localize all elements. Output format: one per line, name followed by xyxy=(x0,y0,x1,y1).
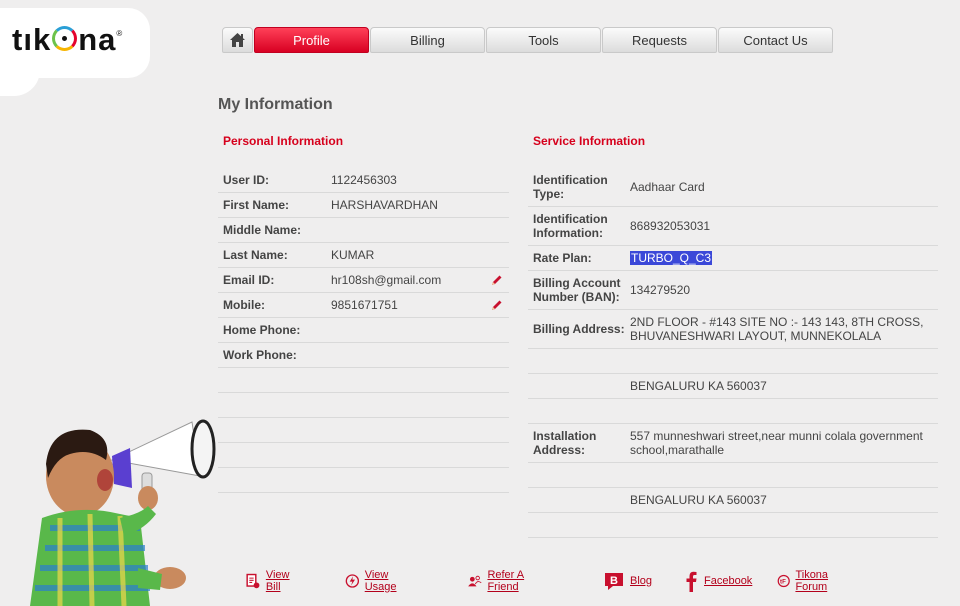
usage-icon xyxy=(345,574,360,588)
personal-info-table: User ID: 1122456303 First Name: HARSHAVA… xyxy=(218,168,509,493)
logo-ring-icon xyxy=(52,26,78,51)
page-title: My Information xyxy=(218,96,333,113)
ban-value: 134279520 xyxy=(630,283,691,297)
tikona-logo[interactable]: tık na® xyxy=(12,22,123,58)
view-usage-link[interactable]: View Usage xyxy=(345,568,404,594)
tikona-forum-link[interactable]: tF Tikona Forum xyxy=(777,568,837,594)
blog-link[interactable]: B Blog xyxy=(603,568,652,594)
empty-row xyxy=(218,418,509,443)
table-row: Rate Plan: TURBO_Q_C3 xyxy=(528,246,938,271)
table-row: Billing Account Number (BAN): 134279520 xyxy=(528,271,938,310)
svg-text:tF: tF xyxy=(780,578,786,585)
identification-type-label: Identification Type: xyxy=(533,173,608,201)
first-name-label: First Name: xyxy=(223,198,290,212)
edit-mobile-pencil-icon[interactable] xyxy=(490,299,503,312)
bill-icon xyxy=(246,573,260,589)
table-row: Middle Name: xyxy=(218,218,509,243)
blog-icon: B xyxy=(605,573,623,590)
installation-address-label: Installation Address: xyxy=(533,429,597,457)
facebook-icon xyxy=(686,571,697,592)
forum-icon: tF xyxy=(777,574,790,588)
tab-contact-us[interactable]: Contact Us xyxy=(718,27,833,53)
home-phone-label: Home Phone: xyxy=(223,323,301,337)
table-row: Email ID: hr108sh@gmail.com xyxy=(218,268,509,293)
identification-info-value: 868932053031 xyxy=(630,219,711,233)
table-row: Work Phone: xyxy=(218,343,509,368)
billing-address-label: Billing Address: xyxy=(533,322,625,336)
identification-info-label: Identification Information: xyxy=(533,212,608,240)
first-name-value: HARSHAVARDHAN xyxy=(331,198,438,212)
home-icon xyxy=(230,33,245,47)
table-row: Home Phone: xyxy=(218,318,509,343)
empty-row xyxy=(528,349,938,374)
view-bill-label: View Bill xyxy=(265,569,290,593)
table-row: Identification Type: Aadhaar Card xyxy=(528,168,938,207)
table-row: Last Name: KUMAR xyxy=(218,243,509,268)
last-name-label: Last Name: xyxy=(223,248,288,262)
logo-panel-tail xyxy=(0,70,40,96)
kid-megaphone-illustration xyxy=(30,419,216,606)
empty-row xyxy=(528,463,938,488)
view-usage-label: View Usage xyxy=(364,569,397,593)
facebook-label: Facebook xyxy=(704,575,753,587)
email-label: Email ID: xyxy=(223,273,275,287)
table-row: First Name: HARSHAVARDHAN xyxy=(218,193,509,218)
ban-label: Billing Account Number (BAN): xyxy=(533,276,621,304)
empty-row xyxy=(528,513,938,538)
home-tab[interactable] xyxy=(222,27,253,53)
svg-text:B: B xyxy=(610,575,618,587)
billing-address-value: 2ND FLOOR - #143 SITE NO :- 143 143, 8TH… xyxy=(630,315,924,343)
view-bill-link[interactable]: View Bill xyxy=(245,568,296,594)
tab-tools[interactable]: Tools xyxy=(486,27,601,53)
service-info-title: Service Information xyxy=(533,134,646,148)
installation-city-value: BENGALURU KA 560037 xyxy=(630,493,767,507)
tikona-forum-label: Tikona Forum xyxy=(795,569,829,593)
empty-row xyxy=(218,468,509,493)
table-row: Mobile: 9851671751 xyxy=(218,293,509,318)
tab-billing[interactable]: Billing xyxy=(370,27,485,53)
email-value: hr108sh@gmail.com xyxy=(331,273,442,287)
tab-profile[interactable]: Profile xyxy=(254,27,369,53)
rate-plan-label: Rate Plan: xyxy=(533,251,592,265)
user-id-label: User ID: xyxy=(223,173,270,187)
personal-info-title: Personal Information xyxy=(223,134,344,148)
billing-city-value: BENGALURU KA 560037 xyxy=(630,379,767,393)
identification-type-value: Aadhaar Card xyxy=(630,180,705,194)
blog-label: Blog xyxy=(630,575,653,587)
rate-plan-cell: TURBO_Q_C3 xyxy=(630,251,713,265)
user-id-value: 1122456303 xyxy=(331,173,397,187)
table-row: Identification Information: 868932053031 xyxy=(528,207,938,246)
last-name-value: KUMAR xyxy=(331,248,375,262)
refer-friend-link[interactable]: Refer A Friend xyxy=(467,568,529,594)
work-phone-label: Work Phone: xyxy=(223,348,297,362)
facebook-link[interactable]: Facebook xyxy=(683,568,752,594)
empty-row xyxy=(528,399,938,424)
rate-plan-value: TURBO_Q_C3 xyxy=(630,251,713,265)
refer-friend-label: Refer A Friend xyxy=(487,569,525,593)
edit-email-pencil-icon[interactable] xyxy=(490,274,503,287)
refer-friend-icon xyxy=(468,575,482,587)
main-nav: Profile Billing Tools Requests Contact U… xyxy=(222,27,834,53)
middle-name-label: Middle Name: xyxy=(223,223,302,237)
table-row: BENGALURU KA 560037 xyxy=(528,488,938,513)
service-info-table: Identification Type: Aadhaar Card Identi… xyxy=(528,168,938,538)
tab-requests[interactable]: Requests xyxy=(602,27,717,53)
empty-row xyxy=(218,368,509,393)
table-row: Installation Address: 557 munneshwari st… xyxy=(528,424,938,463)
installation-address-value: 557 munneshwari street,near munni colala… xyxy=(630,429,923,457)
mobile-label: Mobile: xyxy=(223,298,265,312)
table-row: User ID: 1122456303 xyxy=(218,168,509,193)
empty-row xyxy=(218,443,509,468)
table-row: Billing Address: 2ND FLOOR - #143 SITE N… xyxy=(528,310,938,349)
mobile-value: 9851671751 xyxy=(331,298,398,312)
table-row: BENGALURU KA 560037 xyxy=(528,374,938,399)
empty-row xyxy=(218,393,509,418)
